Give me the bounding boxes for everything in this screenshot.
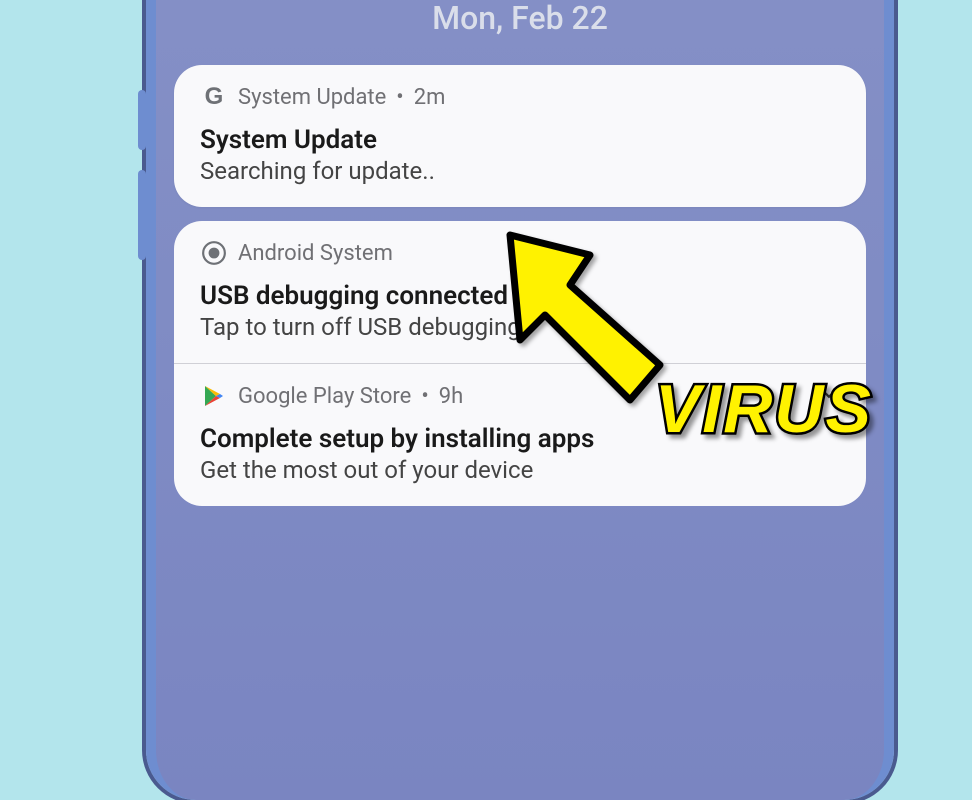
notification-app-name: Google Play Store [238, 384, 411, 409]
notification-app-name: Android System [238, 241, 393, 266]
separator-dot: • [396, 85, 403, 110]
notification-group: Android System USB debugging connected T… [174, 221, 866, 506]
notification-body: Tap to turn off USB debugging [200, 313, 840, 341]
notification-system-update[interactable]: G System Update • 2m System Update Searc… [174, 65, 866, 207]
volume-down-button[interactable] [138, 170, 146, 260]
notification-title: Complete setup by installing apps [200, 424, 840, 454]
notification-age: 9h [439, 384, 463, 409]
notification-app-name: System Update [238, 85, 386, 110]
chevron-down-icon[interactable] [818, 383, 840, 409]
phone-frame: 4:58 Mon, Feb 22 G System Update • 2m Sy… [146, 0, 894, 800]
google-icon: G [200, 83, 228, 111]
notification-body: Get the most out of your device [200, 456, 840, 484]
notification-header: Android System [200, 239, 840, 267]
notification-play-store[interactable]: Google Play Store • 9h Complete setup by… [174, 363, 866, 506]
notification-header: Google Play Store • 9h [200, 382, 840, 410]
separator-dot: • [421, 384, 428, 409]
notification-android-system[interactable]: Android System USB debugging connected T… [174, 221, 866, 363]
notification-title: USB debugging connected [200, 281, 840, 311]
notification-title: System Update [200, 125, 840, 155]
notification-body: Searching for update.. [200, 157, 840, 185]
play-store-icon [200, 382, 228, 410]
lockscreen-date: Mon, Feb 22 [156, 0, 884, 37]
android-system-icon [200, 239, 228, 267]
volume-up-button[interactable] [138, 90, 146, 150]
notifications-list: G System Update • 2m System Update Searc… [156, 65, 884, 506]
notification-age: 2m [414, 85, 446, 110]
notification-header: G System Update • 2m [200, 83, 840, 111]
